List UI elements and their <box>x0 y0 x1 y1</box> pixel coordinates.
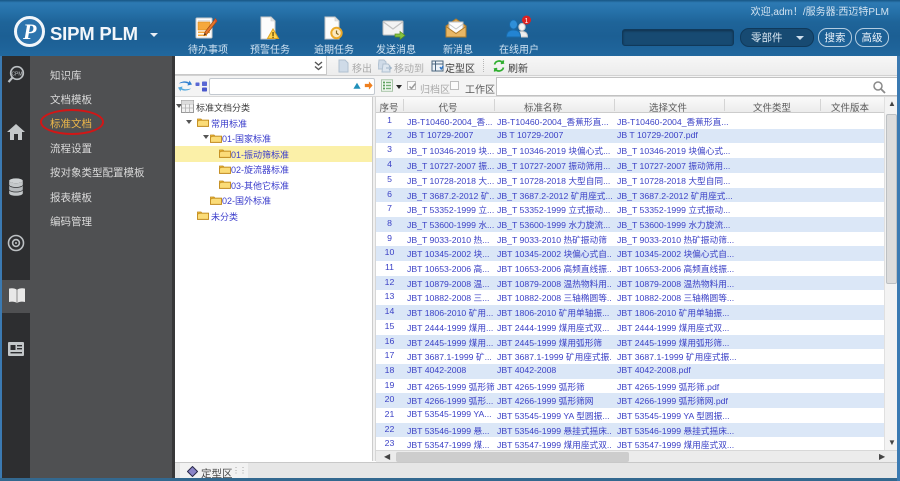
svg-text:CPM: CPM <box>11 72 22 78</box>
svg-text:1: 1 <box>525 18 529 25</box>
